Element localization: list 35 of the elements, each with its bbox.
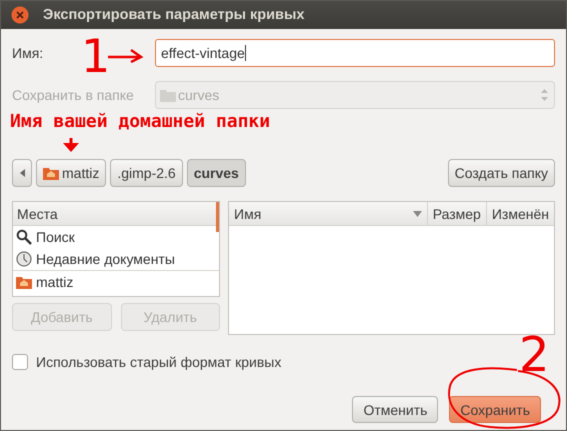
place-item[interactable]: Недавние документы bbox=[13, 248, 219, 270]
home-folder-icon bbox=[16, 274, 32, 288]
spinner-arrows-icon bbox=[541, 88, 548, 102]
annotation-number: 1 bbox=[81, 33, 110, 79]
place-item[interactable]: mattiz bbox=[13, 270, 219, 292]
left-arrow-icon bbox=[20, 169, 24, 177]
path-button[interactable]: mattiz bbox=[36, 159, 106, 187]
close-icon[interactable] bbox=[11, 6, 29, 24]
annotation-text: Имя вашей домашней папки bbox=[10, 111, 270, 134]
clock-icon bbox=[16, 251, 32, 267]
column-header: Места bbox=[13, 202, 219, 226]
annotation-arrow bbox=[63, 138, 79, 152]
name-field[interactable]: effect-vintage bbox=[155, 39, 555, 67]
folder-icon bbox=[160, 88, 176, 102]
search-icon bbox=[16, 229, 32, 245]
create-folder-button[interactable]: Создать папку bbox=[448, 159, 555, 187]
checkbox-label: Использовать старый формат кривых bbox=[36, 354, 282, 370]
column-header[interactable]: Изменён bbox=[486, 202, 554, 226]
column-header[interactable]: Размер bbox=[426, 202, 486, 226]
place-item[interactable]: Поиск bbox=[13, 226, 219, 248]
checkbox[interactable] bbox=[12, 354, 28, 370]
window-title: Экспортировать параметры кривых bbox=[43, 7, 304, 23]
field-label: Имя: bbox=[12, 45, 44, 61]
path-button[interactable]: .gimp-2.6 bbox=[110, 159, 183, 187]
annotation-number: 2 bbox=[519, 331, 550, 379]
cancel-button[interactable]: Отменить bbox=[352, 396, 438, 423]
scrollbar bbox=[216, 202, 219, 232]
back-button[interactable] bbox=[12, 159, 32, 187]
field-label: Сохранить в папке bbox=[12, 87, 134, 103]
save-button[interactable]: Сохранить bbox=[449, 396, 541, 423]
path-button[interactable]: curves bbox=[186, 159, 246, 187]
sort-arrow-icon bbox=[412, 210, 422, 216]
column-header[interactable]: Имя bbox=[229, 202, 427, 226]
home-folder-icon bbox=[43, 166, 59, 180]
annotation-arrow bbox=[107, 49, 143, 63]
